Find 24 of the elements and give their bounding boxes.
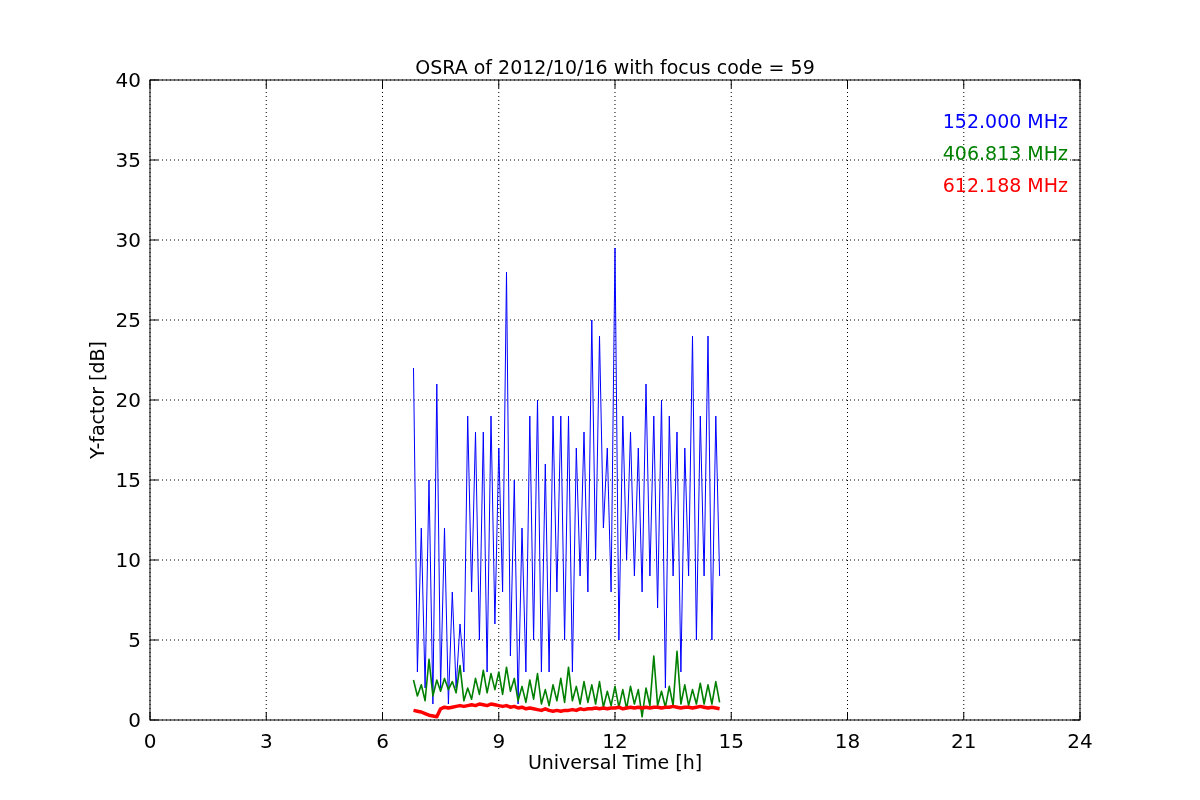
legend-entry: 152.000 MHz [942,110,1068,132]
y-tick-label: 30 [115,228,141,252]
y-tick-label: 35 [115,148,141,172]
legend-entry: 612.188 MHz [942,174,1068,196]
y-axis-label: Y-factor [dB] [86,341,108,459]
x-tick-label: 0 [143,729,157,753]
x-tick-label: 3 [259,729,273,753]
chart-title: OSRA of 2012/10/16 with focus code = 59 [415,56,815,78]
y-tick-label: 40 [115,68,141,92]
x-axis-label: Universal Time [h] [527,751,703,773]
y-tick-label: 20 [115,388,141,412]
x-tick-label: 6 [376,729,389,753]
x-tick-label: 12 [602,729,628,753]
legend-entry: 406.813 MHz [942,142,1068,164]
x-tick-label: 9 [492,729,506,753]
y-tick-label: 10 [115,548,141,572]
x-tick-label: 24 [1067,729,1093,753]
y-tick-label: 5 [128,628,141,652]
y-tick-label: 25 [115,308,141,332]
x-tick-label: 15 [718,729,744,753]
y-tick-label: 0 [128,708,141,732]
y-tick-label: 15 [115,468,141,492]
x-tick-label: 21 [951,729,977,753]
x-tick-label: 18 [834,729,861,753]
